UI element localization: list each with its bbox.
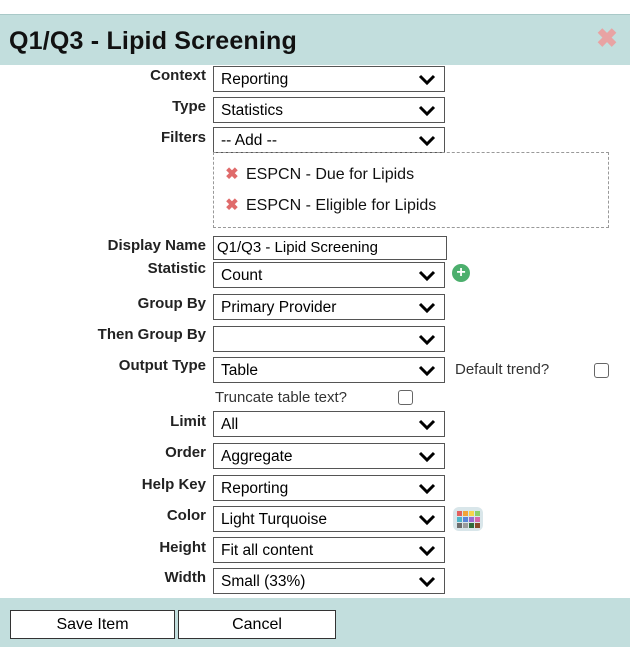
limit-label: Limit bbox=[170, 413, 206, 430]
filters-add-value: -- Add -- bbox=[221, 132, 277, 149]
output-type-value: Table bbox=[221, 362, 259, 379]
color-palette-icon[interactable] bbox=[452, 506, 484, 532]
type-label: Type bbox=[172, 98, 206, 115]
width-select[interactable]: Small (33%) bbox=[213, 568, 445, 594]
panel-header: Q1/Q3 - Lipid Screening ✖ bbox=[0, 14, 630, 65]
color-select[interactable]: Light Turquoise bbox=[213, 506, 445, 532]
help-key-value: Reporting bbox=[221, 480, 289, 497]
remove-icon[interactable]: ✖ bbox=[224, 167, 240, 183]
filters-add-select[interactable]: -- Add -- bbox=[213, 127, 445, 153]
filters-label: Filters bbox=[160, 129, 206, 146]
default-trend-checkbox[interactable] bbox=[594, 363, 609, 378]
chevron-down-icon bbox=[418, 74, 436, 86]
chevron-down-icon bbox=[418, 135, 436, 147]
save-item-button[interactable]: Save Item bbox=[10, 610, 175, 639]
chevron-down-icon bbox=[418, 514, 436, 526]
color-label: Color bbox=[166, 507, 206, 524]
color-value: Light Turquoise bbox=[221, 511, 327, 528]
edit-item-panel: Q1/Q3 - Lipid Screening ✖ Context Report… bbox=[0, 0, 630, 647]
context-value: Reporting bbox=[221, 71, 289, 88]
order-value: Aggregate bbox=[221, 448, 293, 465]
group-by-value: Primary Provider bbox=[221, 299, 337, 316]
height-label: Height bbox=[159, 539, 206, 556]
display-name-label: Display Name bbox=[107, 237, 206, 254]
filter-item: ✖ ESPCN - Eligible for Lipids bbox=[224, 197, 436, 215]
truncate-text-checkbox[interactable] bbox=[398, 390, 413, 405]
chevron-down-icon bbox=[418, 270, 436, 282]
limit-select[interactable]: All bbox=[213, 411, 445, 437]
filters-list: ✖ ESPCN - Due for Lipids ✖ ESPCN - Eligibl… bbox=[213, 152, 609, 228]
output-type-select[interactable]: Table bbox=[213, 357, 445, 383]
remove-icon[interactable]: ✖ bbox=[224, 198, 240, 214]
filter-item: ✖ ESPCN - Due for Lipids bbox=[224, 166, 414, 184]
help-key-label: Help Key bbox=[141, 476, 206, 493]
default-trend-label: Default trend? bbox=[455, 361, 550, 378]
type-select[interactable]: Statistics bbox=[213, 97, 445, 123]
filter-label: ESPCN - Due for Lipids bbox=[246, 166, 415, 183]
help-key-select[interactable]: Reporting bbox=[213, 475, 445, 501]
truncate-text-label: Truncate table text? bbox=[215, 389, 348, 406]
chevron-down-icon bbox=[418, 483, 436, 495]
group-by-label: Group By bbox=[137, 295, 206, 312]
height-value: Fit all content bbox=[221, 542, 314, 559]
then-group-by-label: Then Group By bbox=[97, 326, 206, 343]
height-select[interactable]: Fit all content bbox=[213, 537, 445, 563]
limit-value: All bbox=[221, 416, 239, 433]
statistic-label: Statistic bbox=[147, 260, 206, 277]
output-type-label: Output Type bbox=[118, 357, 206, 374]
chevron-down-icon bbox=[418, 302, 436, 314]
statistic-value: Count bbox=[221, 267, 263, 284]
display-name-input[interactable]: Q1/Q3 - Lipid Screening bbox=[213, 236, 447, 260]
width-label: Width bbox=[164, 569, 206, 586]
then-group-by-select[interactable] bbox=[213, 326, 445, 352]
chevron-down-icon bbox=[418, 576, 436, 588]
filter-label: ESPCN - Eligible for Lipids bbox=[246, 197, 437, 214]
chevron-down-icon bbox=[418, 105, 436, 117]
close-icon[interactable]: ✖ bbox=[596, 25, 618, 51]
context-select[interactable]: Reporting bbox=[213, 66, 445, 92]
width-value: Small (33%) bbox=[221, 573, 306, 590]
type-value: Statistics bbox=[221, 102, 284, 119]
chevron-down-icon bbox=[418, 545, 436, 557]
chevron-down-icon bbox=[418, 451, 436, 463]
chevron-down-icon bbox=[418, 419, 436, 431]
order-select[interactable]: Aggregate bbox=[213, 443, 445, 469]
statistic-select[interactable]: Count bbox=[213, 262, 445, 288]
order-label: Order bbox=[165, 444, 206, 461]
group-by-select[interactable]: Primary Provider bbox=[213, 294, 445, 320]
context-label: Context bbox=[150, 67, 206, 84]
panel-title: Q1/Q3 - Lipid Screening bbox=[9, 27, 297, 55]
chevron-down-icon bbox=[418, 334, 436, 346]
add-statistic-icon[interactable]: + bbox=[452, 264, 470, 282]
cancel-button[interactable]: Cancel bbox=[178, 610, 336, 639]
chevron-down-icon bbox=[418, 365, 436, 377]
